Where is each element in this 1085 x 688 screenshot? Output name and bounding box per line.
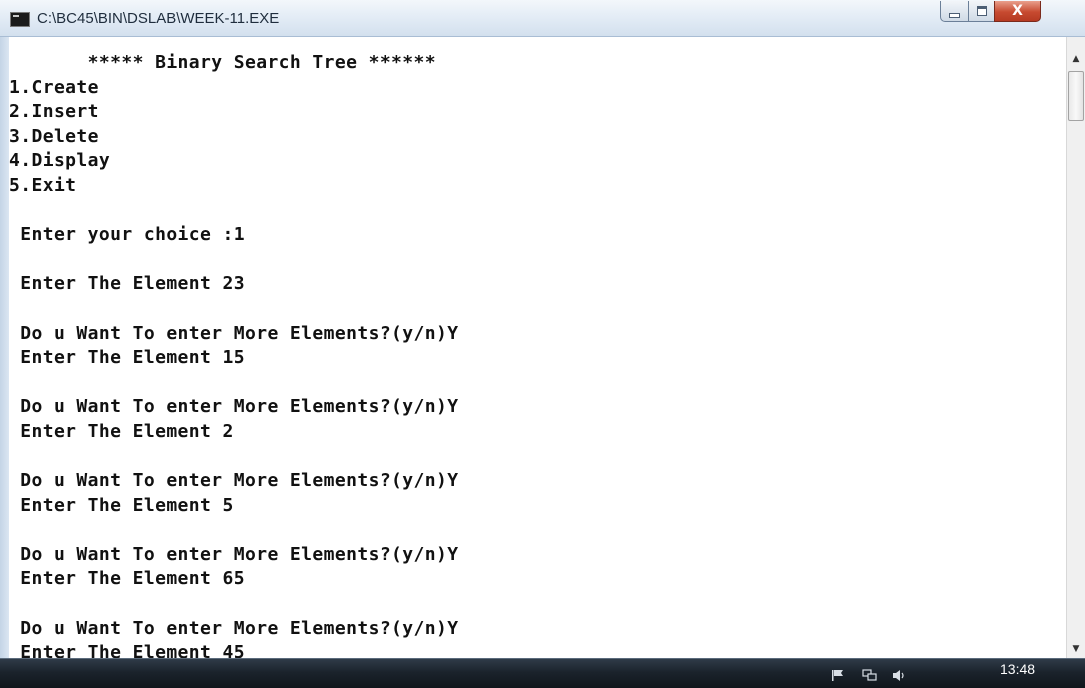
console-line: 5.Exit: [9, 174, 77, 196]
close-button[interactable]: X: [994, 1, 1041, 22]
console-line: Enter The Element 23: [9, 273, 245, 295]
console-window: C:\BC45\BIN\DSLAB\WEEK-11.EXE X ***** Bi…: [0, 0, 1085, 660]
console-line: 1.Create: [9, 76, 99, 98]
console-line: Enter your choice :1: [9, 224, 245, 246]
minimize-button[interactable]: [940, 1, 969, 22]
console-lines: ***** Binary Search Tree ****** 1.Create 2…: [9, 51, 458, 658]
console-line: Do u Want To enter More Elements?(y/n)Y: [9, 617, 459, 639]
console-line: 4.Display: [9, 150, 111, 172]
vertical-scrollbar[interactable]: ▲ ▼: [1066, 37, 1085, 658]
taskbar-clock[interactable]: 13:48: [1000, 661, 1035, 677]
console-line: Enter The Element 15: [9, 347, 245, 369]
console-line: ***** Binary Search Tree ******: [9, 52, 437, 73]
window-title: C:\BC45\BIN\DSLAB\WEEK-11.EXE: [37, 10, 280, 27]
flag-icon[interactable]: [830, 668, 846, 682]
console-line: 3.Delete: [9, 125, 99, 147]
console-app-icon[interactable]: [10, 12, 30, 27]
volume-icon[interactable]: [892, 668, 908, 682]
window-left-border: [0, 37, 9, 658]
maximize-button[interactable]: [968, 1, 995, 22]
close-icon: X: [1012, 3, 1023, 19]
console-line: Enter The Element 45: [9, 642, 245, 658]
scroll-down-arrow-icon[interactable]: ▼: [1067, 639, 1085, 658]
console-output[interactable]: ***** Binary Search Tree ****** 1.Create 2…: [9, 37, 1066, 658]
desktop-screen: C:\BC45\BIN\DSLAB\WEEK-11.EXE X ***** Bi…: [0, 0, 1085, 688]
taskbar: 13:48: [0, 658, 1085, 688]
title-bar[interactable]: C:\BC45\BIN\DSLAB\WEEK-11.EXE X: [0, 0, 1085, 37]
minimize-icon: [949, 12, 960, 18]
console-line: Do u Want To enter More Elements?(y/n)Y: [9, 396, 459, 418]
console-line: 2.Insert: [9, 101, 99, 123]
console-line: Do u Want To enter More Elements?(y/n)Y: [9, 543, 459, 565]
console-line: Enter The Element 2: [9, 420, 234, 442]
console-line: Do u Want To enter More Elements?(y/n)Y: [9, 470, 459, 492]
network-icon[interactable]: [862, 668, 878, 682]
scrollbar-thumb[interactable]: [1068, 71, 1084, 121]
console-line: Enter The Element 65: [9, 568, 245, 590]
console-line: Do u Want To enter More Elements?(y/n)Y: [9, 322, 459, 344]
console-line: Enter The Element 5: [9, 494, 234, 516]
scroll-up-arrow-icon[interactable]: ▲: [1067, 49, 1085, 68]
maximize-icon: [976, 6, 987, 16]
